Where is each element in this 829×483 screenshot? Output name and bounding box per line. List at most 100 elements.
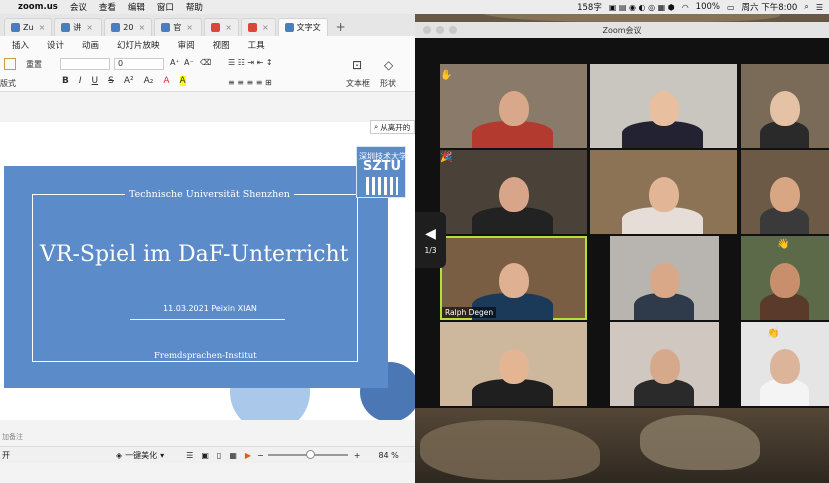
control-center-icon[interactable]: ☰: [816, 3, 823, 12]
beautify-icon[interactable]: ◈: [116, 451, 122, 460]
view-sorter-icon[interactable]: ▣: [201, 451, 209, 460]
zoom-level[interactable]: 84 %: [378, 451, 398, 460]
close-icon[interactable]: ×: [186, 23, 193, 32]
participant-face: [649, 348, 680, 385]
doc-icon: [61, 23, 71, 32]
reaction-icon: ✋: [440, 70, 453, 81]
ribbon-tab-design[interactable]: 设计: [47, 39, 64, 51]
doc-tab[interactable]: 讲 ×: [54, 18, 103, 36]
paragraph-icons[interactable]: ☰ ☷ ⇥ ⇤ ↕: [228, 58, 273, 67]
ribbon-tab-view[interactable]: 视图: [213, 39, 230, 51]
participant-tile[interactable]: [590, 150, 737, 234]
resume-hint[interactable]: ⌕ 从离开的: [370, 120, 415, 134]
align-icons[interactable]: ≡ ≡ ≡ ≡ ⊞: [228, 78, 272, 87]
view-normal-icon[interactable]: ☰: [186, 451, 193, 460]
status-icons[interactable]: ▣ ▤ ◉ ◐ ◎ ▦ ⬢: [609, 3, 675, 12]
strike-icon[interactable]: S: [108, 76, 114, 86]
close-icon[interactable]: ×: [138, 23, 145, 32]
ribbon-tab-animation[interactable]: 动画: [82, 39, 99, 51]
close-icon[interactable]: ×: [86, 23, 93, 32]
zoom-in-button[interactable]: +: [354, 451, 361, 460]
close-icon[interactable]: ×: [262, 23, 269, 32]
menu-item-help[interactable]: 帮助: [186, 1, 203, 13]
reaction-icon: 👋: [777, 239, 790, 250]
university-logo: 深圳技术大学 SZTU: [356, 146, 407, 198]
participant-tile[interactable]: [741, 322, 829, 406]
wifi-icon[interactable]: ◠: [682, 3, 689, 12]
chevron-down-icon[interactable]: ▾: [160, 451, 164, 460]
shrink-font-icon[interactable]: A⁻: [184, 58, 194, 67]
menu-item-edit[interactable]: 编辑: [128, 1, 145, 13]
ribbon-tab-tools[interactable]: 工具: [248, 39, 265, 51]
clear-format-icon[interactable]: ⌫: [200, 58, 211, 67]
menu-item-view[interactable]: 查看: [99, 1, 116, 13]
slide-date-author[interactable]: 11.03.2021 Peixin XIAN: [163, 304, 257, 313]
subscript-icon[interactable]: A₂: [144, 76, 154, 86]
slide-canvas[interactable]: Technische Universität Shenzhen VR-Spiel…: [0, 122, 415, 432]
chevron-left-icon[interactable]: ◀: [425, 226, 436, 242]
text-box-button[interactable]: 文本框: [346, 78, 370, 89]
participant-tile[interactable]: [440, 322, 587, 406]
text-box-icon[interactable]: ⊡: [352, 58, 362, 72]
bold-icon[interactable]: B: [62, 76, 69, 86]
close-window-button[interactable]: [423, 26, 431, 34]
highlight-icon[interactable]: A: [179, 76, 186, 86]
search-icon[interactable]: ⌕: [804, 2, 808, 12]
app-menu[interactable]: zoom.us: [18, 2, 58, 12]
gallery-pager[interactable]: ◀ 1/3: [415, 212, 446, 268]
participant-tile[interactable]: [610, 236, 719, 320]
zoom-window: Zoom会议 Ralph Degen ✋ 🎉 👋 👏 ◀ 1/3: [415, 22, 829, 408]
shape-icon[interactable]: ◇: [384, 58, 393, 72]
superscript-icon[interactable]: A²: [124, 76, 134, 86]
underline-icon[interactable]: U: [92, 76, 99, 86]
close-icon[interactable]: ×: [225, 23, 232, 32]
slide-institute[interactable]: Fremdsprachen-Institut: [150, 351, 261, 361]
shape-button[interactable]: 形状: [380, 78, 396, 89]
menu-item-window[interactable]: 窗口: [157, 1, 174, 13]
doc-tab-active[interactable]: 文字文: [277, 18, 328, 36]
battery-icon[interactable]: ▭: [727, 3, 735, 12]
font-size-select[interactable]: 0: [114, 58, 164, 70]
clock[interactable]: 周六 下午8:00: [742, 1, 798, 13]
view-reading-icon[interactable]: ▯: [217, 451, 221, 460]
font-name-select[interactable]: [60, 58, 110, 70]
doc-tab[interactable]: Zu ×: [4, 18, 53, 36]
doc-tab[interactable]: 20 ×: [104, 18, 153, 36]
doc-tab[interactable]: 官 ×: [154, 18, 203, 36]
reset-button[interactable]: 重置: [26, 59, 42, 70]
view-grid-icon[interactable]: ▦: [229, 451, 237, 460]
battery-percent[interactable]: 100%: [696, 2, 720, 12]
zoom-slider-handle[interactable]: [305, 450, 315, 459]
ribbon-tab-insert[interactable]: 插入: [12, 39, 29, 51]
menu-item-meeting[interactable]: 会议: [70, 1, 87, 13]
grow-font-icon[interactable]: A⁺: [170, 58, 180, 67]
participant-tile[interactable]: [610, 322, 719, 406]
participant-tile[interactable]: [741, 64, 829, 148]
doc-icon: [11, 23, 20, 32]
participant-tile[interactable]: [741, 150, 829, 234]
participant-tile[interactable]: [590, 64, 737, 148]
slide-university[interactable]: Technische Universität Shenzhen: [125, 189, 294, 200]
ribbon-tab-review[interactable]: 审阅: [178, 39, 195, 51]
slide-title[interactable]: VR-Spiel im DaF-Unterricht: [40, 242, 385, 267]
beautify-button[interactable]: 一键美化: [125, 450, 157, 461]
zoom-out-button[interactable]: −: [257, 451, 264, 460]
zoom-slider[interactable]: [267, 450, 348, 459]
minimize-window-button[interactable]: [436, 26, 444, 34]
participant-face: [498, 262, 529, 299]
play-icon[interactable]: ▶: [245, 451, 251, 460]
layout-icon[interactable]: [4, 58, 16, 70]
zoom-window-button[interactable]: [449, 26, 457, 34]
pdf-tab[interactable]: ×: [240, 18, 276, 36]
ribbon-tab-slideshow[interactable]: 幻灯片放映: [117, 39, 160, 51]
layout-button[interactable]: 版式: [0, 78, 16, 89]
participant-tile[interactable]: Ralph Degen: [440, 236, 587, 320]
word-count-status[interactable]: 158字: [577, 1, 602, 13]
participant-tile[interactable]: [440, 150, 587, 234]
close-icon[interactable]: ×: [39, 23, 46, 32]
italic-icon[interactable]: I: [79, 76, 82, 86]
participant-tile[interactable]: [440, 64, 587, 148]
pdf-tab[interactable]: ×: [204, 18, 239, 36]
font-color-icon[interactable]: A: [163, 76, 169, 86]
new-tab-button[interactable]: +: [330, 20, 352, 36]
